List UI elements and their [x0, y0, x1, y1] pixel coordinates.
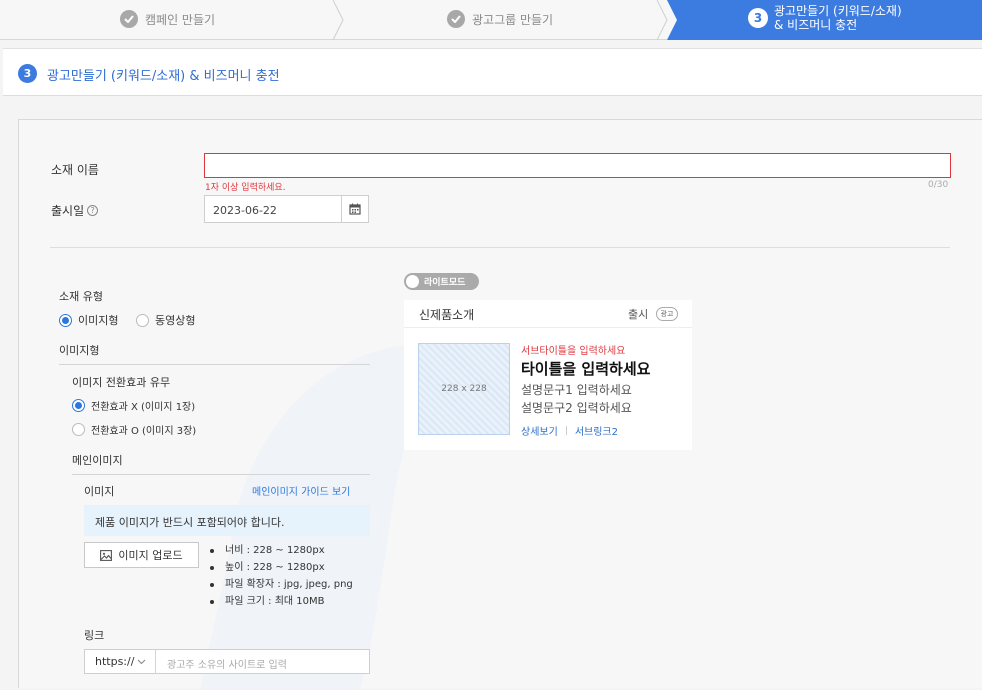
- thumb-size-label: 228 x 228: [441, 384, 487, 394]
- type-radio-video[interactable]: 동영상형: [136, 312, 195, 328]
- calendar-icon: [349, 203, 361, 215]
- image-spec-list: 너비 : 228 ~ 1280px 높이 : 228 ~ 1280px 파일 확…: [210, 544, 353, 612]
- radio-selected-icon: [59, 313, 72, 327]
- step-adgroup[interactable]: 광고그룹 만들기: [447, 0, 553, 38]
- check-icon: [120, 10, 138, 28]
- radio-unselected-icon: [136, 313, 149, 327]
- preview-desc-1: 설명문구1 입력하세요: [521, 383, 632, 397]
- release-date-label: 출시일: [51, 204, 85, 218]
- name-char-counter: 0/30: [928, 180, 949, 190]
- spec-width: 너비 : 228 ~ 1280px: [210, 544, 353, 561]
- spec-file-size: 파일 크기 : 최대 10MB: [210, 595, 353, 612]
- step-progress-bar: 캠페인 만들기 광고그룹 만들기 3 광고만들기 (키워드/소재) & 비즈머니…: [0, 0, 982, 40]
- effect-label: 이미지 전환효과 유무: [72, 376, 171, 389]
- image-guide-link[interactable]: 메인이미지 가이드 보기: [252, 483, 350, 498]
- section-divider: [50, 247, 950, 248]
- link-field: https:// 광고주 소유의 사이트로 입력: [84, 649, 370, 674]
- step-ad-create-label-2: & 비즈머니 충전: [774, 18, 858, 32]
- step-ad-create[interactable]: 3 광고만들기 (키워드/소재) & 비즈머니 충전: [748, 4, 902, 32]
- spec-extension: 파일 확장자 : jpg, jpeg, png: [210, 578, 353, 595]
- type-radio-image[interactable]: 이미지형: [59, 312, 118, 328]
- image-label: 이미지: [84, 485, 115, 498]
- spec-height: 높이 : 228 ~ 1280px: [210, 561, 353, 578]
- section-number: 3: [18, 64, 37, 83]
- effect-radio-none[interactable]: 전환효과 X (이미지 1장): [72, 398, 195, 413]
- preview-title: 타이틀을 입력하세요: [521, 360, 651, 378]
- type-video-label: 동영상형: [155, 314, 196, 327]
- ad-badge: 광고: [656, 307, 678, 321]
- name-label: 소재 이름: [51, 163, 99, 177]
- upload-button-label: 이미지 업로드: [118, 549, 183, 562]
- link-separator: [565, 426, 567, 435]
- effect-with-label: 전환효과 O (이미지 3장): [91, 426, 197, 437]
- step-ad-create-label: 광고만들기 (키워드/소재): [774, 4, 902, 18]
- calendar-button[interactable]: [341, 195, 369, 223]
- chevron-down-icon: [137, 659, 146, 665]
- toggle-label: 라이트모드: [424, 278, 466, 288]
- step-number: 3: [748, 8, 768, 28]
- section-title: 광고만들기 (키워드/소재) & 비즈머니 충전: [47, 69, 280, 84]
- preview-links: 상세보기 서브링크2: [521, 423, 618, 438]
- type-image-label: 이미지형: [78, 314, 119, 327]
- preview-source: 출시: [628, 308, 649, 321]
- release-date-input[interactable]: 2023-06-22: [204, 195, 342, 223]
- preview-subtitle: 서브타이틀을 입력하세요: [521, 346, 626, 357]
- help-icon[interactable]: ?: [87, 205, 99, 216]
- step-adgroup-label: 광고그룹 만들기: [472, 12, 554, 27]
- light-mode-toggle[interactable]: 라이트모드: [404, 273, 479, 290]
- preview-thumbnail: 228 x 228: [418, 343, 510, 435]
- protocol-select[interactable]: https://: [85, 650, 156, 673]
- effect-radio-with[interactable]: 전환효과 O (이미지 3장): [72, 422, 196, 437]
- name-error-message: 1자 이상 입력하세요.: [205, 183, 286, 193]
- radio-selected-icon: [72, 399, 85, 412]
- preview-link-sub2[interactable]: 서브링크2: [575, 423, 618, 438]
- ad-preview-card: 신제품소개 출시 광고 228 x 228 서브타이틀을 입력하세요 타이틀을 …: [404, 300, 692, 450]
- main-image-title: 메인이미지: [72, 454, 123, 467]
- check-icon: [447, 10, 465, 28]
- step-campaign[interactable]: 캠페인 만들기: [120, 0, 215, 38]
- preview-card-title: 신제품소개: [419, 308, 475, 322]
- preview-card-header: 신제품소개 출시 광고: [404, 300, 692, 328]
- image-type-section-title: 이미지형: [59, 344, 100, 357]
- preview-link-detail[interactable]: 상세보기: [521, 423, 558, 438]
- step-campaign-label: 캠페인 만들기: [145, 12, 216, 27]
- image-notice: 제품 이미지가 반드시 포함되어야 합니다.: [84, 505, 370, 536]
- divider: [72, 474, 370, 475]
- protocol-value: https://: [95, 655, 135, 668]
- divider: [59, 364, 370, 365]
- section-header: 3 광고만들기 (키워드/소재) & 비즈머니 충전: [3, 48, 982, 96]
- radio-unselected-icon: [72, 423, 85, 436]
- toggle-knob: [406, 275, 419, 288]
- creative-type-label: 소재 유형: [59, 290, 103, 303]
- effect-none-label: 전환효과 X (이미지 1장): [91, 402, 196, 413]
- image-icon: [100, 549, 113, 561]
- preview-desc-2: 설명문구2 입력하세요: [521, 401, 632, 415]
- creative-name-input[interactable]: [204, 153, 951, 178]
- link-url-input[interactable]: 광고주 소유의 사이트로 입력: [167, 656, 287, 671]
- image-upload-button[interactable]: 이미지 업로드: [84, 542, 199, 568]
- link-label: 링크: [84, 629, 105, 642]
